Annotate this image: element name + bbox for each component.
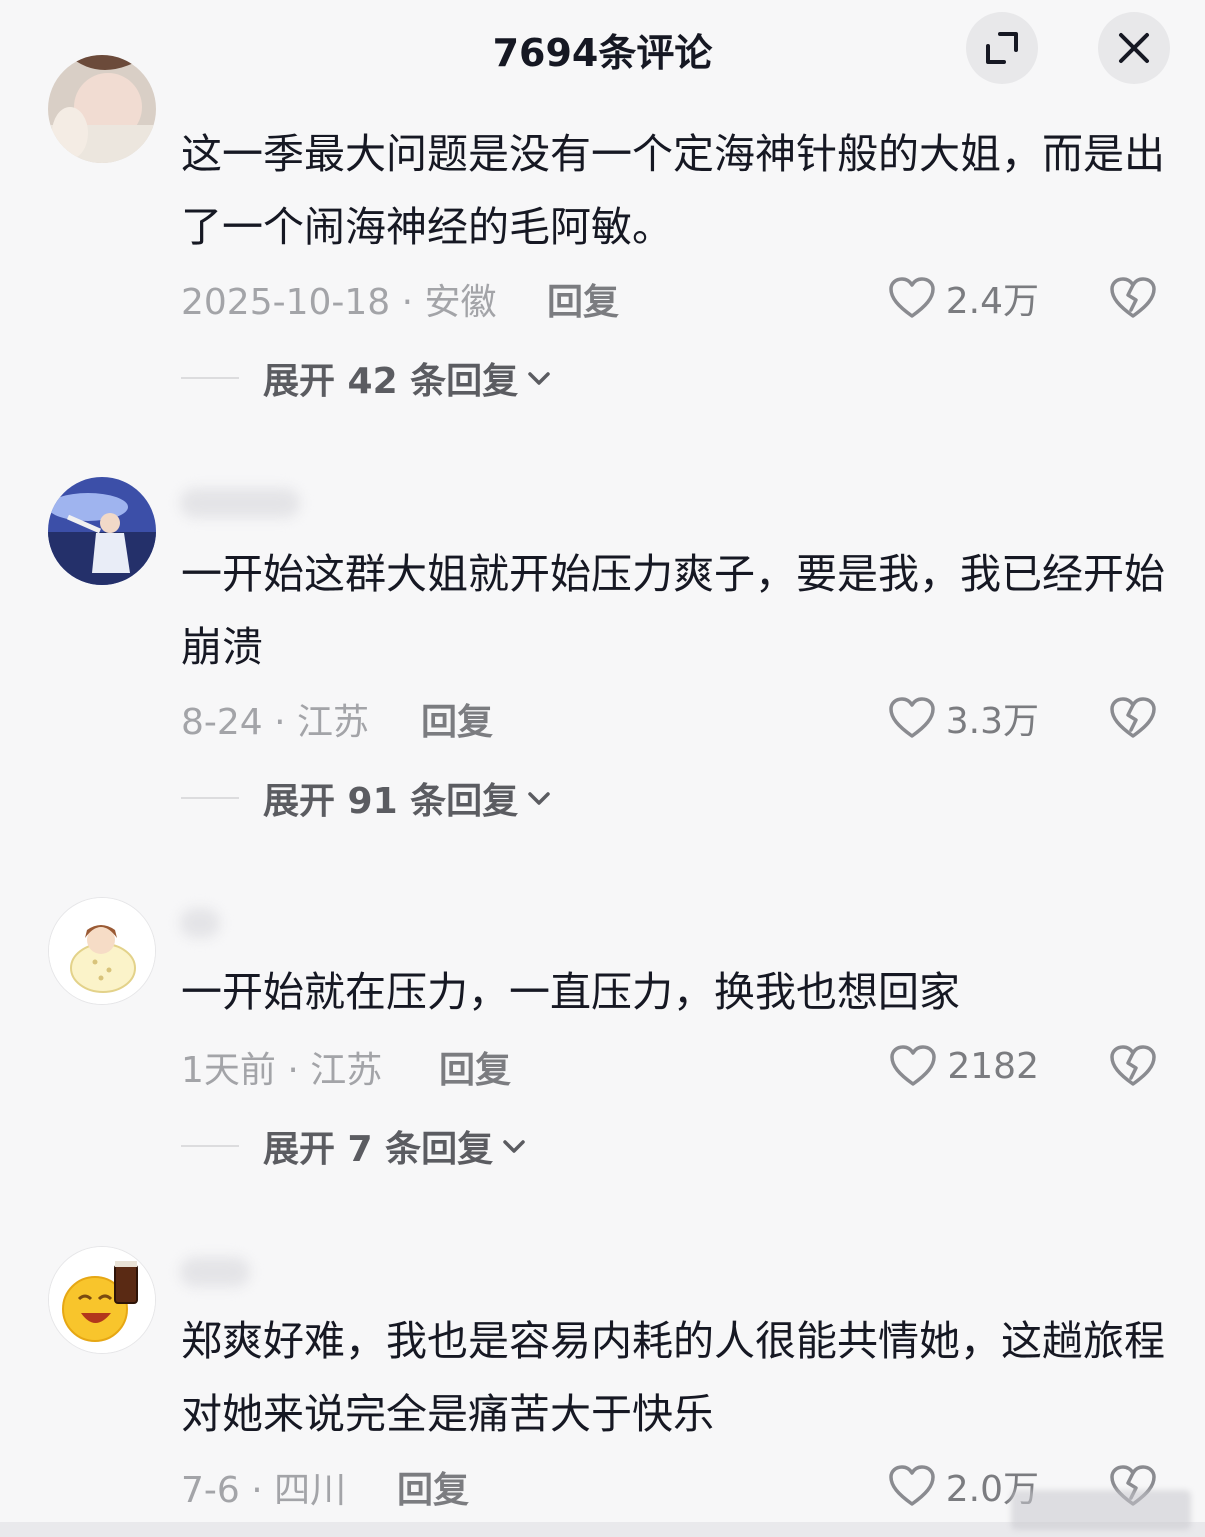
like-button[interactable]: 2182 [889, 1041, 1039, 1091]
reply-button[interactable]: 回复 [421, 693, 493, 745]
heart-icon [888, 277, 935, 318]
broken-heart-icon [1110, 1045, 1156, 1086]
heart-icon [888, 697, 935, 738]
avatar[interactable] [48, 1246, 156, 1354]
close-icon [1119, 33, 1149, 63]
comment-item: 一开始这群大姐就开始压力爽子，要是我，我已经开始崩溃 8-24 · 江苏 回复 … [0, 476, 1205, 856]
avatar[interactable] [48, 477, 156, 585]
reply-button[interactable]: 回复 [547, 273, 619, 325]
expand-replies-button[interactable]: 展开 91 条回复 [181, 773, 552, 823]
comment-date-location: 1天前 · 江苏 [181, 1050, 383, 1091]
comment-item: 这一季最大问题是没有一个定海神针般的大姐，而是出了一个闹海神经的毛阿敏。 202… [0, 55, 1205, 430]
expand-replies-label: 展开 7 条回复 [263, 1129, 494, 1170]
divider [181, 377, 239, 379]
like-count: 3.3万 [945, 701, 1039, 742]
broken-heart-icon [1110, 697, 1156, 738]
comment-date-location: 2025-10-18 · 安徽 [181, 282, 497, 323]
broken-heart-icon [1110, 277, 1156, 318]
dislike-button[interactable] [1109, 1041, 1157, 1091]
comment-text: 这一季最大问题是没有一个定海神针般的大姐，而是出了一个闹海神经的毛阿敏。 [181, 130, 1165, 251]
expand-replies-label: 展开 42 条回复 [263, 361, 519, 402]
comment-meta: 2025-10-18 · 安徽 回复 2.4万 [181, 273, 1171, 323]
heart-icon [890, 1045, 937, 1086]
expand-button[interactable] [966, 12, 1038, 84]
chevron-down-icon [526, 788, 552, 808]
comment-text: 郑爽好难，我也是容易内耗的人很能共情她，这趟旅程对她来说完全是痛苦大于快乐 [181, 1317, 1165, 1438]
comment-meta: 1天前 · 江苏 回复 2182 [181, 1041, 1171, 1091]
heart-icon [888, 1465, 935, 1506]
avatar[interactable] [48, 897, 156, 1005]
like-button[interactable]: 3.3万 [888, 693, 1039, 743]
username-redacted [180, 488, 300, 518]
divider [181, 1145, 239, 1147]
watermark [1011, 1490, 1191, 1530]
comment-date-location: 7-6 · 四川 [181, 1470, 347, 1511]
expand-replies-button[interactable]: 展开 42 条回复 [181, 353, 552, 403]
chevron-down-icon [501, 1136, 527, 1156]
dislike-button[interactable] [1109, 273, 1157, 323]
dislike-button[interactable] [1109, 693, 1157, 743]
reply-button[interactable]: 回复 [397, 1461, 469, 1513]
expand-icon [986, 32, 1018, 64]
comment-date-location: 8-24 · 江苏 [181, 702, 370, 743]
divider [181, 797, 239, 799]
username-redacted [180, 908, 220, 938]
close-button[interactable] [1098, 12, 1170, 84]
comment-text: 一开始这群大姐就开始压力爽子，要是我，我已经开始崩溃 [181, 550, 1165, 671]
comment-meta: 8-24 · 江苏 回复 3.3万 [181, 693, 1171, 743]
expand-replies-button[interactable]: 展开 7 条回复 [181, 1121, 527, 1171]
like-count: 2182 [947, 1045, 1039, 1087]
expand-replies-label: 展开 91 条回复 [263, 781, 519, 822]
like-count: 2.4万 [945, 281, 1039, 322]
like-button[interactable]: 2.4万 [888, 273, 1039, 323]
comment-text: 一开始就在压力，一直压力，换我也想回家 [181, 968, 960, 1016]
username-redacted [180, 1257, 250, 1287]
reply-button[interactable]: 回复 [439, 1041, 511, 1093]
chevron-down-icon [526, 368, 552, 388]
avatar[interactable] [48, 55, 156, 163]
comment-item: 一开始就在压力，一直压力，换我也想回家 1天前 · 江苏 回复 2182 展开 … [0, 896, 1205, 1196]
comments-header: 7694条评论 [0, 0, 1205, 100]
